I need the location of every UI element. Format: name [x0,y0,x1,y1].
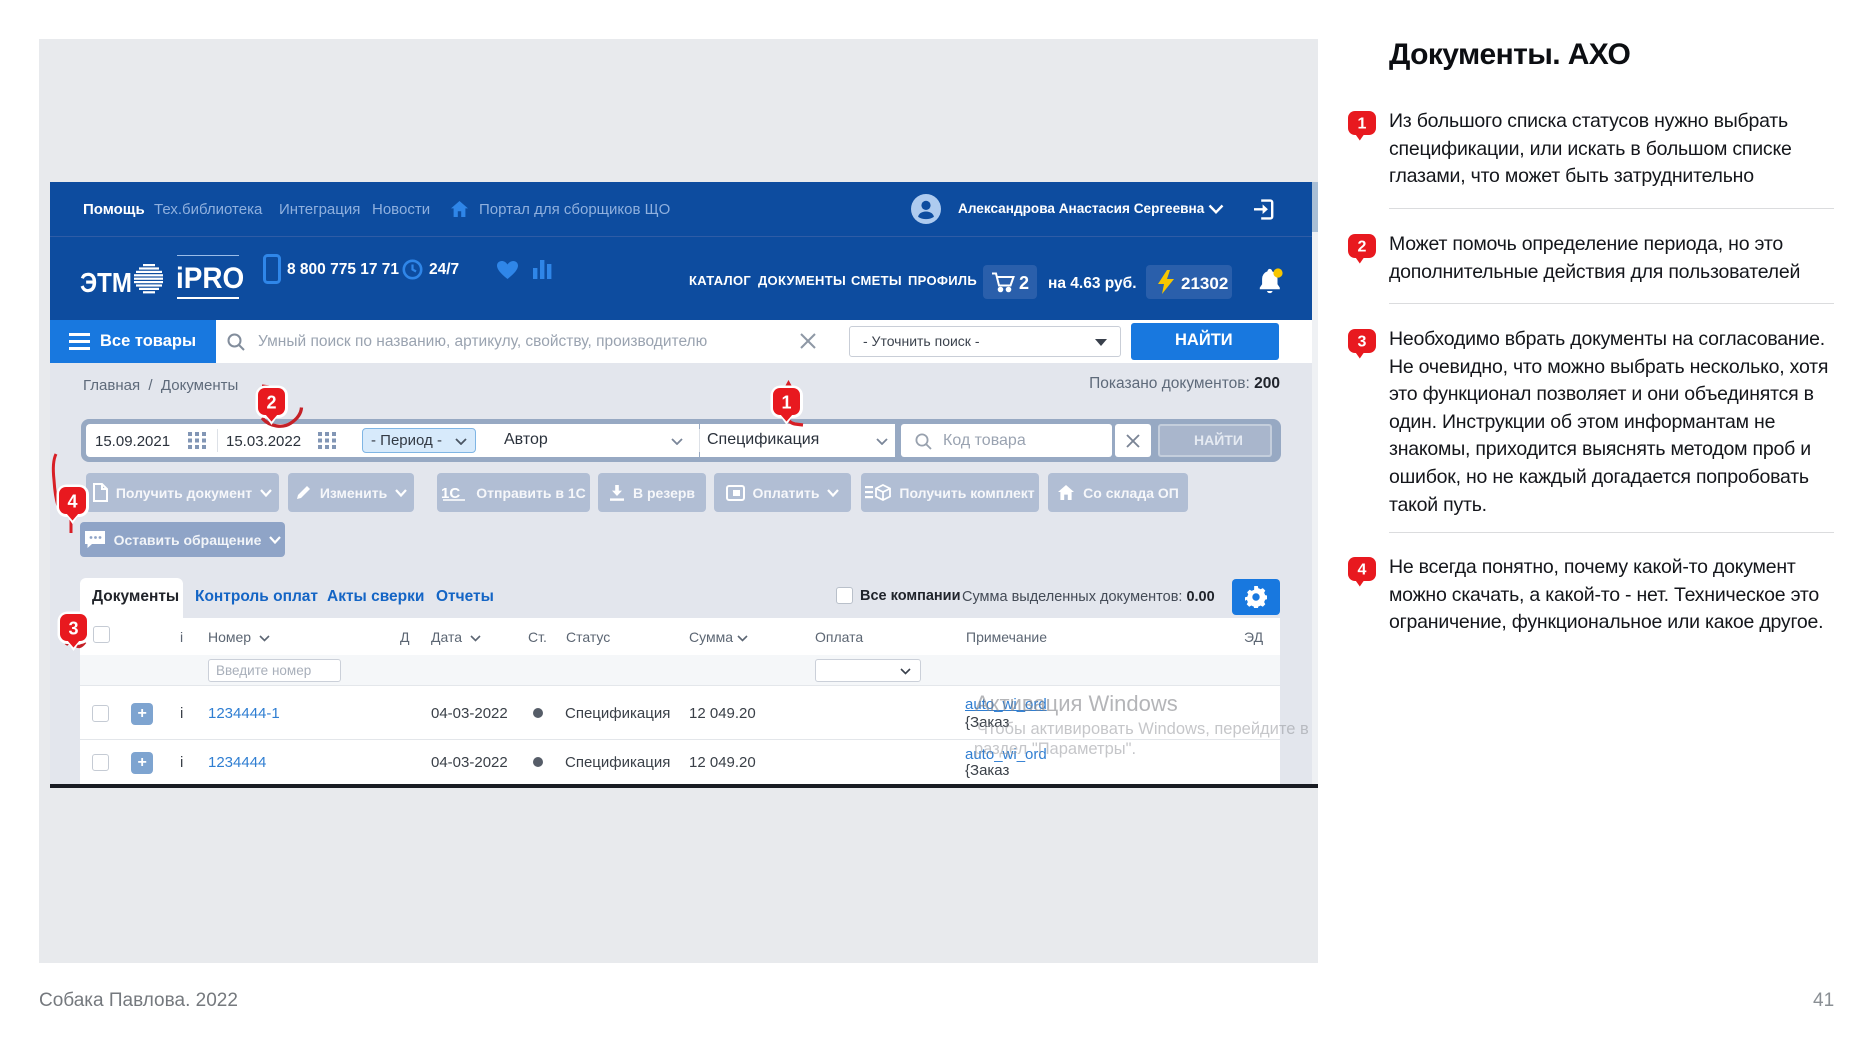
svg-text:3: 3 [68,619,78,639]
svg-text:3: 3 [1358,334,1367,351]
svg-text:4: 4 [67,492,77,512]
svg-text:2: 2 [266,393,276,413]
svg-text:1: 1 [1358,116,1367,133]
svg-text:1: 1 [781,393,791,413]
svg-text:2: 2 [1358,239,1367,256]
svg-text:4: 4 [1358,562,1367,579]
